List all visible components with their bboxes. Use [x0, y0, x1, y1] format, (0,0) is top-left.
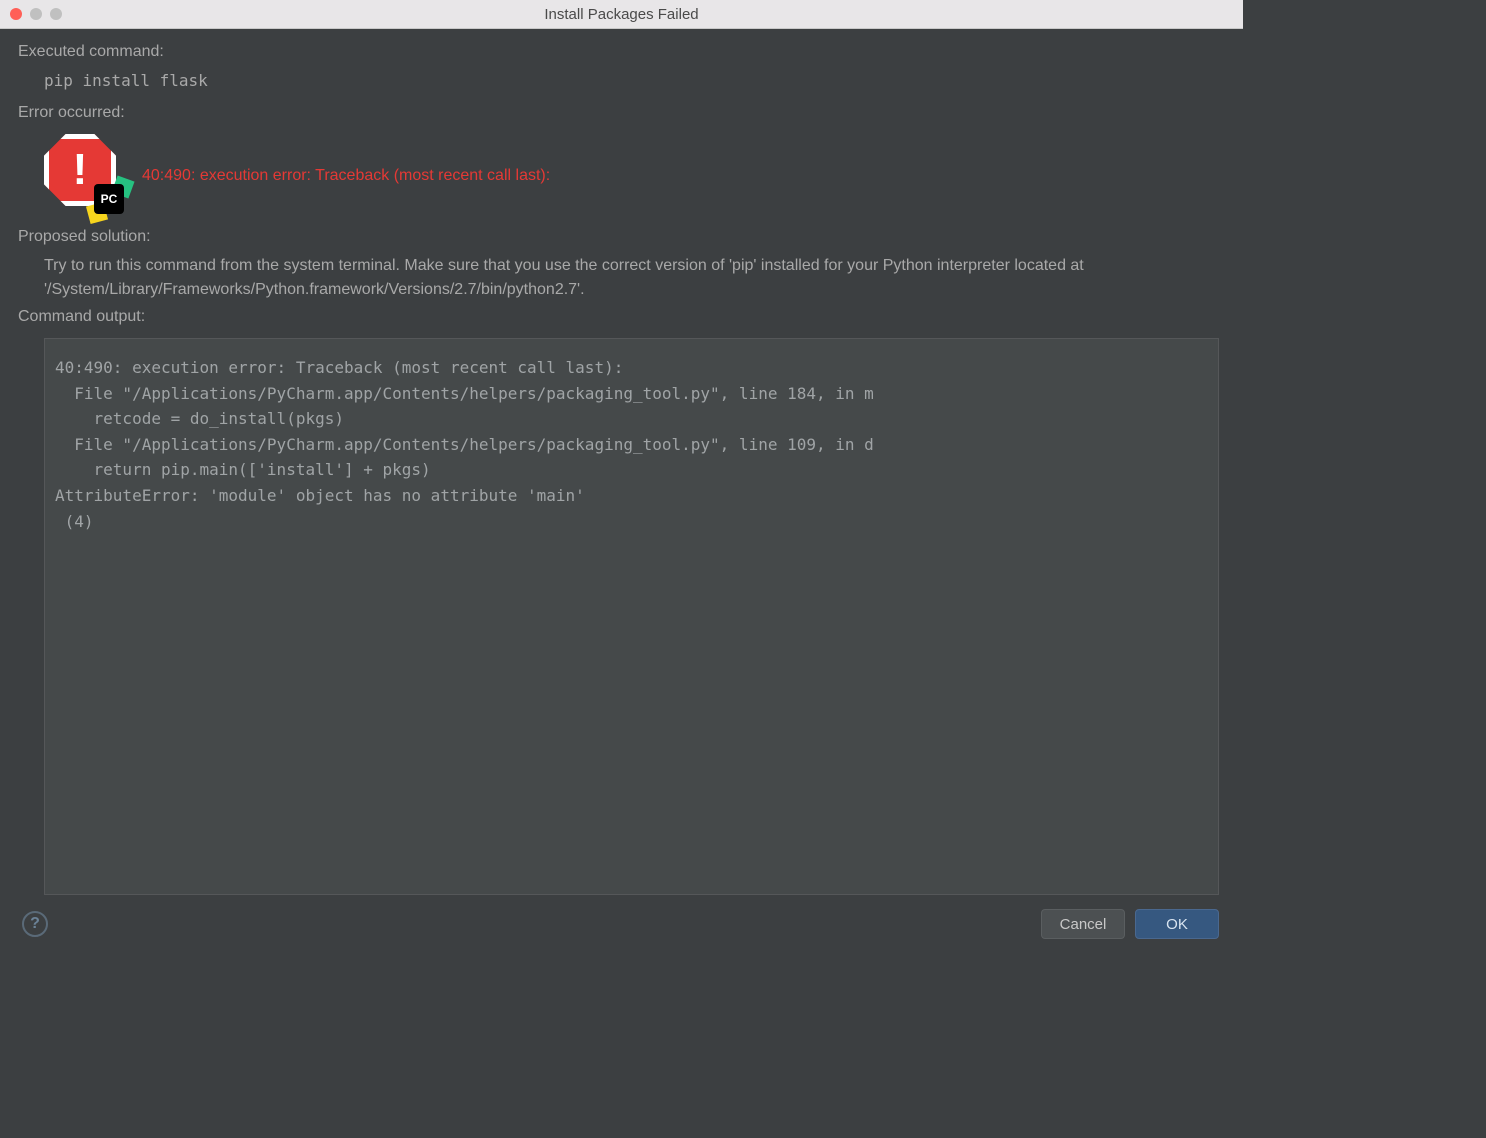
window-zoom-button[interactable] — [50, 8, 62, 20]
window-close-button[interactable] — [10, 8, 22, 20]
command-output-box[interactable]: 40:490: execution error: Traceback (most… — [44, 338, 1219, 895]
error-icon: ! PC — [44, 134, 128, 218]
error-occurred-label: Error occurred: — [18, 104, 1225, 122]
exclamation-icon: ! — [73, 148, 88, 192]
window-title: Install Packages Failed — [0, 6, 1243, 23]
window-traffic-lights — [10, 8, 62, 20]
error-row: ! PC 40:490: execution error: Traceback … — [18, 128, 1225, 224]
error-headline: 40:490: execution error: Traceback (most… — [142, 167, 550, 185]
pycharm-badge-icon: PC — [88, 178, 132, 222]
dialog-content: Executed command: pip install flask Erro… — [0, 29, 1243, 953]
command-output-label: Command output: — [18, 308, 1225, 326]
executed-command-label: Executed command: — [18, 43, 1225, 61]
ok-button[interactable]: OK — [1135, 909, 1219, 939]
dialog-buttons: Cancel OK — [1041, 909, 1219, 939]
proposed-solution-text: Try to run this command from the system … — [18, 252, 1225, 304]
help-button[interactable]: ? — [22, 911, 48, 937]
window-titlebar: Install Packages Failed — [0, 0, 1243, 29]
dialog-footer: ? Cancel OK — [18, 895, 1225, 953]
pycharm-badge-text: PC — [94, 184, 124, 214]
proposed-solution-label: Proposed solution: — [18, 228, 1225, 246]
window-minimize-button[interactable] — [30, 8, 42, 20]
executed-command-value: pip install flask — [18, 67, 1225, 100]
cancel-button[interactable]: Cancel — [1041, 909, 1125, 939]
